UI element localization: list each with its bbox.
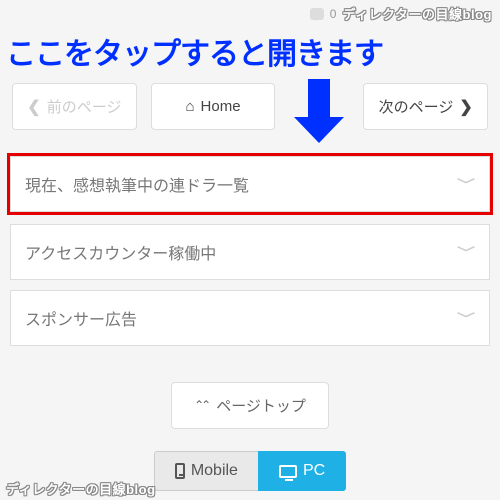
prev-page-label: 前のページ [47,96,122,117]
chevron-down-icon: ﹀ [457,243,475,261]
home-button[interactable]: ⌂ Home [151,83,276,130]
mobile-icon [175,463,185,479]
page-top-button[interactable]: ⌃⌃ ページトップ [171,382,329,429]
accordion-item-sponsor-ads[interactable]: スポンサー広告 ﹀ [10,290,490,346]
monitor-icon [279,465,297,478]
accordion-list: 現在、感想執筆中の連ドラ一覧 ﹀ アクセスカウンター稼働中 ﹀ スポンサー広告 … [0,148,500,346]
pagination-nav: ❮ 前のページ ⌂ Home 次のページ ❯ [0,73,500,148]
chevron-down-icon: ﹀ [457,309,475,327]
accordion-label: アクセスカウンター稼働中 [25,240,216,264]
annotation-arrow [289,83,349,130]
home-icon: ⌂ [185,98,194,115]
next-page-button[interactable]: 次のページ ❯ [363,83,488,130]
blog-title: ディレクターの目線blog [342,4,492,23]
comment-count: 0 [330,7,337,21]
footer-watermark: ディレクターの目線blog [6,479,156,498]
comment-icon [310,8,324,20]
pc-label: PC [303,462,325,480]
pc-view-button[interactable]: PC [258,451,346,491]
top-bar: 0 ディレクターの目線blog [0,0,500,27]
accordion-label: スポンサー広告 [25,306,137,330]
accordion-label: 現在、感想執筆中の連ドラ一覧 [25,172,249,196]
chevron-left-icon: ❮ [27,97,40,117]
next-page-label: 次のページ [379,96,454,117]
double-chevron-up-icon: ⌃⌃ [194,398,208,412]
accordion-item-drama-list[interactable]: 現在、感想執筆中の連ドラ一覧 ﹀ [10,156,490,212]
home-label: Home [201,98,241,115]
page-top-label: ページトップ [216,395,306,416]
page-top-container: ⌃⌃ ページトップ [0,356,500,451]
chevron-right-icon: ❯ [459,97,472,117]
prev-page-button[interactable]: ❮ 前のページ [12,83,137,130]
mobile-label: Mobile [191,462,238,480]
chevron-down-icon: ﹀ [457,175,475,193]
down-arrow-icon [308,79,330,119]
mobile-view-button[interactable]: Mobile [154,451,258,491]
accordion-item-access-counter[interactable]: アクセスカウンター稼働中 ﹀ [10,224,490,280]
tap-instruction-annotation: ここをタップすると開きます [0,27,500,73]
